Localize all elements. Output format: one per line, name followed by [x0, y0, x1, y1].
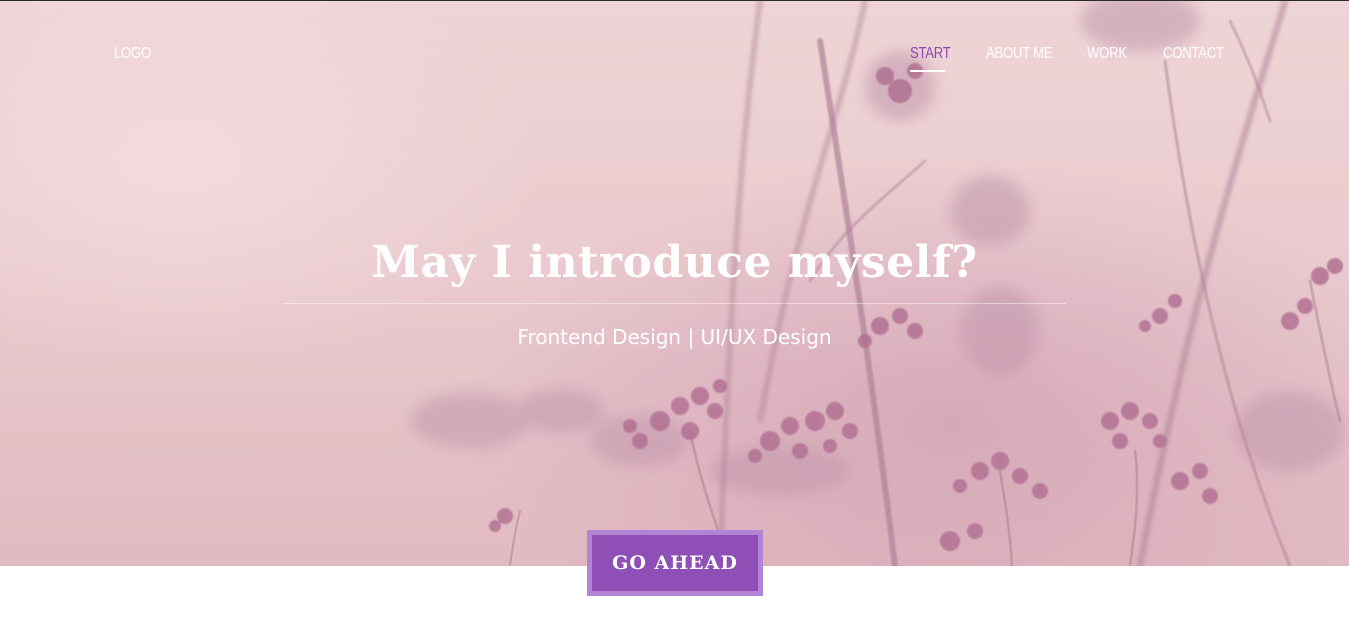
site-logo[interactable]: LOGO: [114, 45, 151, 63]
go-ahead-button[interactable]: GO AHEAD: [587, 530, 763, 596]
page: LOGO START ABOUT ME WORK CONTACT May I i…: [0, 0, 1349, 635]
hero-subtitle: Frontend Design | UI/UX Design: [517, 325, 832, 349]
nav-item-about-me[interactable]: ABOUT ME: [986, 45, 1053, 63]
hero-divider: [283, 303, 1066, 304]
nav-active-underline: [910, 70, 945, 72]
hero-section: LOGO START ABOUT ME WORK CONTACT May I i…: [0, 1, 1349, 566]
nav-item-start[interactable]: START: [910, 45, 951, 63]
nav-item-work[interactable]: WORK: [1087, 45, 1127, 63]
nav-item-contact[interactable]: CONTACT: [1163, 45, 1224, 63]
hero-title: May I introduce myself?: [371, 237, 978, 288]
